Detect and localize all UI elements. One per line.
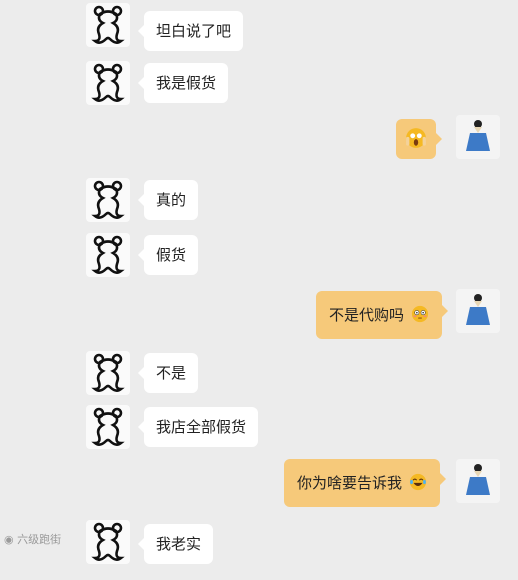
user-avatar[interactable] (456, 289, 500, 333)
message-bubble[interactable]: 真的 (137, 180, 199, 220)
message-row: 我老实 (0, 520, 518, 580)
message-row: 我是假货 (0, 61, 518, 121)
message-row: 不是 (0, 351, 518, 411)
figure-icon (456, 289, 500, 333)
bear-icon (91, 63, 125, 102)
bear-avatar[interactable] (86, 233, 130, 277)
message-bubble[interactable]: 不是 (137, 353, 199, 393)
bear-avatar[interactable] (86, 351, 130, 395)
message-bubble[interactable]: 我老实 (137, 524, 214, 564)
message-row: 你为啥要告诉我 (0, 457, 518, 517)
bear-icon (91, 180, 125, 219)
message-text: 不是代购吗 (329, 306, 405, 324)
watermark-text: 六级跑街 (17, 533, 62, 546)
bear-icon (91, 353, 125, 392)
message-text: 我老实 (156, 535, 202, 553)
user-avatar[interactable] (456, 459, 500, 503)
message-row: 假货 (0, 233, 518, 293)
bear-icon (91, 407, 125, 446)
message-text: 假货 (156, 246, 187, 264)
message-bubble[interactable]: 假货 (137, 235, 199, 275)
weibo-icon: ◉ (4, 533, 14, 546)
figure-icon (456, 115, 500, 159)
message-row: 坦白说了吧 (0, 3, 518, 63)
message-bubble[interactable]: 我店全部假货 (137, 407, 259, 447)
message-text: 你为啥要告诉我 (297, 474, 403, 492)
scream-emoji-icon (406, 128, 426, 148)
bear-avatar[interactable] (86, 178, 130, 222)
message-bubble[interactable] (396, 119, 442, 159)
message-text: 不是 (156, 364, 187, 382)
user-avatar[interactable] (456, 115, 500, 159)
message-text: 我是假货 (156, 74, 217, 92)
bear-icon (91, 522, 125, 561)
message-bubble[interactable]: 坦白说了吧 (137, 11, 244, 51)
message-row: 真的 (0, 178, 518, 238)
bear-icon (91, 5, 125, 44)
bear-icon (91, 235, 125, 274)
message-bubble[interactable]: 我是假货 (137, 63, 229, 103)
flushed-emoji-icon (411, 305, 428, 323)
bear-avatar[interactable] (86, 61, 130, 105)
laugh-cry-emoji-icon (409, 473, 426, 491)
message-row: 不是代购吗 (0, 287, 518, 347)
message-text: 坦白说了吧 (156, 22, 232, 40)
message-text: 我店全部假货 (156, 418, 247, 436)
chat-conversation: 坦白说了吧 我是假货 真的 假货 不是代购吗 不是 我店全部假货 你为啥要告诉我… (0, 0, 518, 564)
bear-avatar[interactable] (86, 520, 130, 564)
message-row: 我店全部假货 (0, 405, 518, 465)
message-bubble[interactable]: 不是代购吗 (316, 291, 448, 339)
message-row (0, 115, 518, 175)
message-bubble[interactable]: 你为啥要告诉我 (284, 459, 446, 507)
figure-icon (456, 459, 500, 503)
message-text: 真的 (156, 191, 187, 209)
bear-avatar[interactable] (86, 405, 130, 449)
watermark: ◉ 六级跑街 (4, 531, 61, 547)
bear-avatar[interactable] (86, 3, 130, 47)
